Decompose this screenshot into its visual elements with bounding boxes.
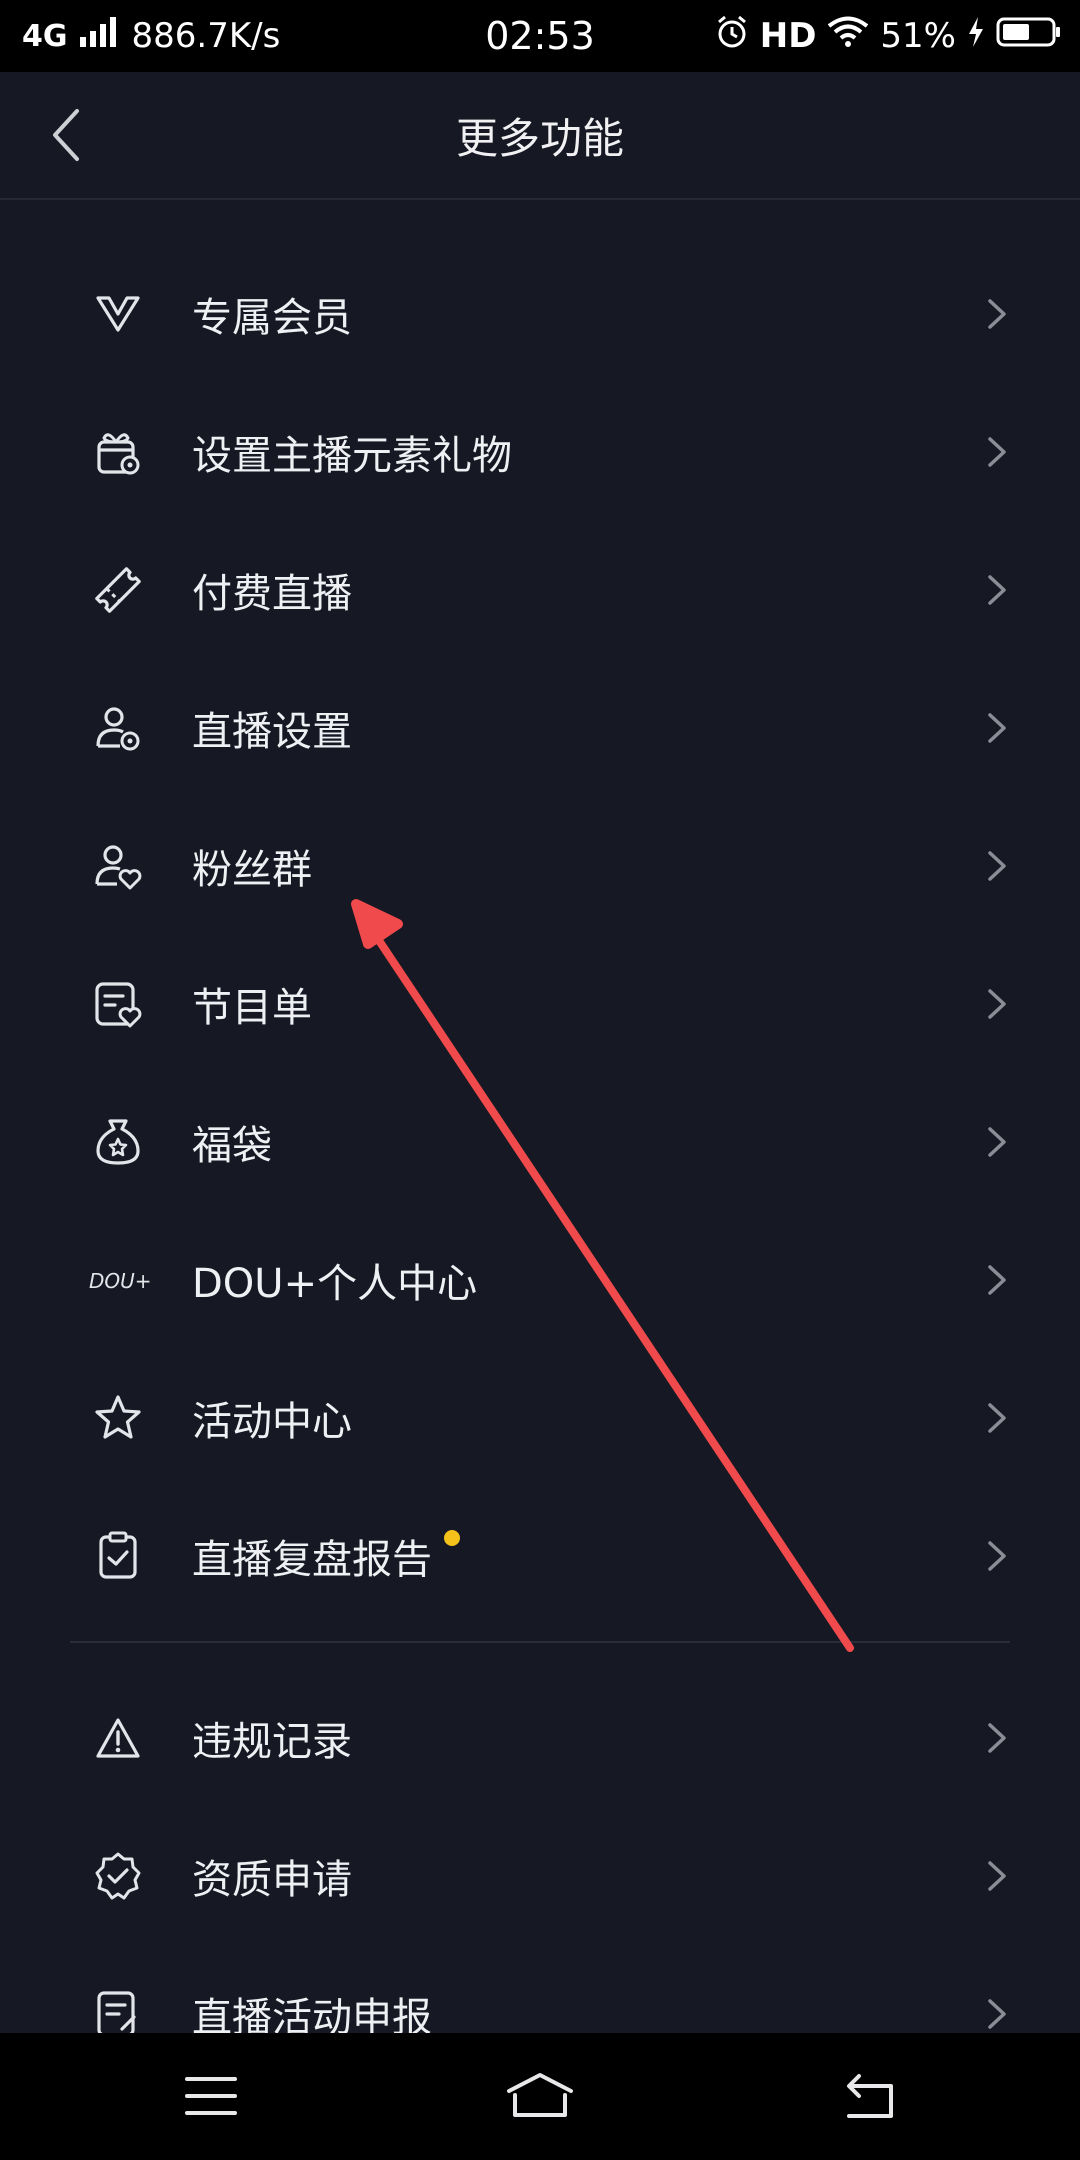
menu-item-program-list[interactable]: 节目单: [0, 935, 1080, 1073]
dou-plus-icon: DOU+: [88, 1254, 152, 1306]
verified-badge-icon: [90, 1850, 146, 1902]
menu-item-label: 福袋: [192, 1123, 272, 1169]
menu-item-label: 违规记录: [192, 1719, 352, 1765]
navigation-bar: [0, 2033, 1080, 2160]
status-bar: 4G 886.7K/s 02:53 HD 51%: [0, 0, 1080, 72]
vip-icon: [90, 288, 146, 340]
warning-icon: [90, 1712, 146, 1764]
chevron-right-icon: [988, 1127, 1006, 1157]
section-divider: [70, 1641, 1010, 1643]
dou-plus-icon-text: DOU+: [89, 1269, 152, 1293]
menu-item-label: 粉丝群: [192, 847, 312, 893]
chevron-right-icon: [988, 713, 1006, 743]
menu-item-label: 活动中心: [192, 1399, 352, 1445]
battery-icon: [996, 15, 1062, 58]
menu-item-label-wrap: 直播复盘报告: [192, 1487, 460, 1625]
menu-item-label: 资质申请: [192, 1857, 352, 1903]
chevron-right-icon: [988, 1541, 1006, 1571]
chevron-right-icon: [988, 989, 1006, 1019]
alarm-icon: [714, 14, 750, 59]
menu-item-label: 专属会员: [192, 295, 352, 341]
chevron-right-icon: [988, 1403, 1006, 1433]
charging-icon: [966, 15, 986, 58]
menu-item-live-report[interactable]: 直播复盘报告: [0, 1487, 1080, 1625]
menu-item-label: 付费直播: [192, 571, 352, 617]
clipboard-check-icon: [90, 1530, 146, 1582]
menu-item-label: 直播复盘报告: [192, 1537, 432, 1583]
menu-item-violation-records[interactable]: 违规记录: [0, 1669, 1080, 1807]
chevron-right-icon: [988, 1999, 1006, 2029]
menu-item-live-settings[interactable]: 直播设置: [0, 659, 1080, 797]
battery-percent: 51%: [880, 16, 956, 56]
home-icon: [507, 2073, 573, 2117]
wifi-icon: [826, 15, 870, 58]
menu-item-label: 设置主播元素礼物: [192, 433, 512, 479]
back-icon: [847, 2074, 893, 2118]
menu-item-activity-center[interactable]: 活动中心: [0, 1349, 1080, 1487]
chevron-right-icon: [988, 1861, 1006, 1891]
chevron-right-icon: [988, 575, 1006, 605]
menu-item-vip[interactable]: 专属会员: [0, 245, 1080, 383]
menu-button[interactable]: [166, 2063, 256, 2129]
gift-settings-icon: [90, 426, 146, 478]
chevron-right-icon: [988, 299, 1006, 329]
menu-item-label: DOU+个人中心: [192, 1261, 478, 1307]
screen: 4G 886.7K/s 02:53 HD 51% 更多功能 专属会员 设置主播元…: [0, 0, 1080, 2160]
menu-icon: [185, 2077, 237, 2115]
hd-indicator: HD: [759, 16, 817, 56]
chevron-right-icon: [988, 1265, 1006, 1295]
chevron-right-icon: [988, 851, 1006, 881]
star-icon: [90, 1392, 146, 1444]
status-right: HD 51%: [714, 0, 1062, 72]
new-badge-dot: [444, 1530, 460, 1546]
menu-item-qualification[interactable]: 资质申请: [0, 1807, 1080, 1945]
menu-item-dou-plus[interactable]: DOU+ DOU+个人中心: [0, 1211, 1080, 1349]
menu-item-lucky-bag[interactable]: 福袋: [0, 1073, 1080, 1211]
lucky-bag-icon: [90, 1116, 146, 1168]
menu-item-label: 直播设置: [192, 709, 352, 755]
menu-item-fan-group[interactable]: 粉丝群: [0, 797, 1080, 935]
fan-group-icon: [90, 840, 146, 892]
menu-item-label: 节目单: [192, 985, 312, 1031]
chevron-right-icon: [988, 1723, 1006, 1753]
home-button[interactable]: [495, 2063, 585, 2129]
chevron-left-icon: [53, 109, 79, 161]
menu-item-gift-settings[interactable]: 设置主播元素礼物: [0, 383, 1080, 521]
program-list-icon: [90, 978, 146, 1030]
ticket-icon: [90, 564, 146, 616]
header: 更多功能: [0, 72, 1080, 200]
user-settings-icon: [90, 702, 146, 754]
back-button[interactable]: [36, 102, 96, 168]
page-title: 更多功能: [455, 113, 624, 163]
menu-list: 专属会员 设置主播元素礼物 付费直播 直播设置 粉丝群 节目单 福袋 DOU+ …: [0, 245, 1080, 2083]
chevron-right-icon: [988, 437, 1006, 467]
menu-item-paid-live[interactable]: 付费直播: [0, 521, 1080, 659]
back-nav-button[interactable]: [824, 2063, 914, 2129]
